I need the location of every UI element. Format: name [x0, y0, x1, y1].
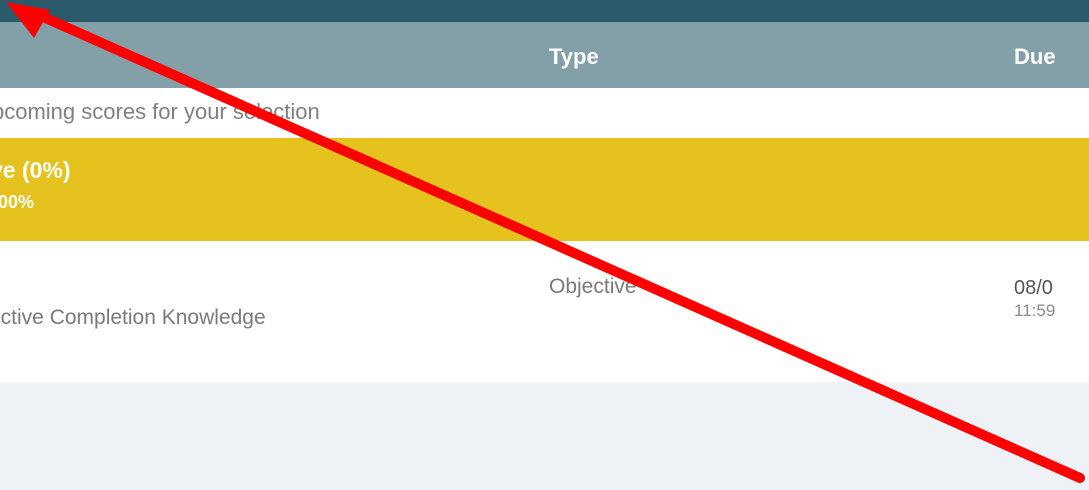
- assignment-due-date: 08/0: [1014, 277, 1053, 299]
- notice-text: pcoming scores for your selection: [0, 99, 320, 124]
- assignment-title[interactable]: s: [0, 263, 1, 287]
- table-row[interactable]: s ective Completion Knowledge Objective …: [0, 241, 1089, 382]
- assignment-type: Objective: [549, 275, 637, 298]
- top-navigation-bar: [0, 0, 1089, 22]
- table-header: Type Due: [0, 22, 1089, 88]
- category-title: ve (0%): [0, 157, 71, 183]
- empty-area: [0, 382, 1089, 490]
- column-header-type[interactable]: Type: [549, 44, 599, 70]
- upcoming-scores-notice: pcoming scores for your selection: [0, 88, 1089, 138]
- category-weight: 100%: [0, 192, 35, 212]
- column-header-due[interactable]: Due: [1014, 44, 1056, 70]
- assignment-due-time: 11:59: [1014, 301, 1056, 320]
- category-header[interactable]: ve (0%) 100%: [0, 138, 1089, 241]
- assignment-subtitle: ective Completion Knowledge: [0, 306, 266, 329]
